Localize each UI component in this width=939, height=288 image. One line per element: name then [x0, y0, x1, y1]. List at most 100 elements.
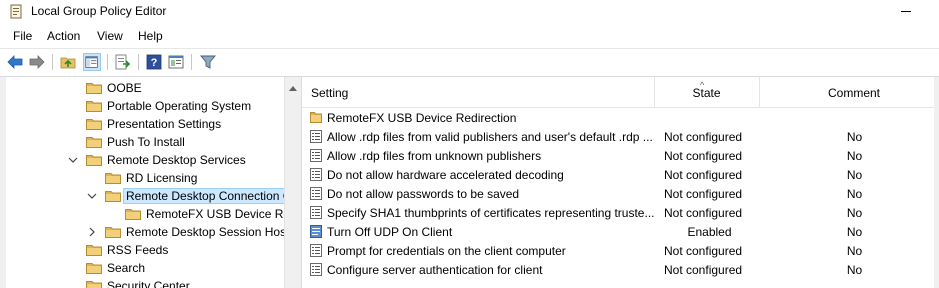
scroll-up-arrow-icon[interactable]	[289, 86, 297, 91]
forward-arrow-icon[interactable]	[28, 53, 46, 71]
folder-icon	[86, 263, 102, 274]
setting-state: Not configured	[664, 244, 743, 258]
tree-item[interactable]: Security Center	[86, 277, 190, 288]
folder-icon	[86, 101, 102, 112]
up-folder-icon[interactable]	[59, 53, 77, 71]
folder-icon	[125, 209, 141, 220]
menu-action[interactable]: Action	[45, 29, 82, 43]
toolbar: ?	[0, 48, 939, 74]
export-list-icon[interactable]	[114, 53, 132, 71]
tree-item-label: Search	[107, 261, 146, 275]
policy-setting-icon	[310, 168, 322, 181]
tree-item-label: RD Licensing	[126, 171, 198, 185]
tree-pane[interactable]: OOBE Portable Operating System Presentatio…	[0, 77, 284, 288]
setting-comment: No	[846, 225, 863, 239]
tree-item[interactable]: Search	[86, 259, 145, 277]
policy-enabled-icon	[310, 225, 322, 238]
toolbar-separator	[107, 54, 108, 70]
folder-icon	[86, 137, 102, 148]
tree-item-label: RSS Feeds	[107, 243, 169, 257]
tree-item-label: Presentation Settings	[107, 117, 222, 131]
setting-name: Do not allow hardware accelerated decodi…	[327, 168, 564, 182]
tree-item[interactable]: OOBE	[86, 79, 142, 97]
folder-icon	[86, 83, 102, 94]
back-arrow-icon[interactable]	[6, 53, 24, 71]
window-title: Local Group Policy Editor	[31, 4, 167, 18]
setting-name: Allow .rdp files from valid publishers a…	[327, 130, 653, 144]
setting-state: Not configured	[664, 187, 743, 201]
setting-state: Not configured	[664, 263, 743, 277]
folder-icon	[86, 245, 102, 256]
chevron-down-icon[interactable]	[87, 191, 97, 201]
setting-name: Turn Off UDP On Client	[327, 225, 453, 239]
tree-item[interactable]: RD Licensing	[105, 169, 197, 187]
column-header-state[interactable]: State	[654, 77, 759, 108]
menu-file[interactable]: File	[11, 29, 34, 43]
tree-item-label: Remote Desktop Connection Client	[123, 188, 284, 204]
setting-name: Do not allow passwords to be saved	[327, 187, 520, 201]
setting-name: RemoteFX USB Device Redirection	[327, 111, 517, 125]
setting-name: Allow .rdp files from unknown publishers	[327, 149, 542, 163]
policy-row[interactable]: Turn Off UDP On Client Enabled No	[302, 222, 939, 241]
tree-item-label: Push To Install	[107, 135, 185, 149]
pane-splitter[interactable]	[284, 77, 302, 288]
filter-icon[interactable]	[199, 53, 217, 71]
tree-item-label: Remote Desktop Session Host	[126, 225, 284, 239]
policy-row[interactable]: Allow .rdp files from valid publishers a…	[302, 127, 939, 146]
setting-name: Configure server authentication for clie…	[327, 263, 543, 277]
policy-row[interactable]: Allow .rdp files from unknown publishers…	[302, 146, 939, 165]
toolbar-separator	[191, 54, 192, 70]
minimize-button[interactable]	[901, 11, 911, 12]
properties-icon[interactable]	[167, 53, 185, 71]
setting-comment: No	[846, 130, 863, 144]
toolbar-separator	[138, 54, 139, 70]
setting-comment: No	[846, 187, 863, 201]
folder-icon	[86, 155, 102, 166]
svg-text:?: ?	[151, 57, 158, 69]
tree-item[interactable]: Presentation Settings	[86, 115, 221, 133]
menu-help[interactable]: Help	[136, 29, 165, 43]
policy-setting-icon	[310, 149, 322, 162]
chevron-down-icon[interactable]	[68, 155, 78, 165]
policy-row[interactable]: Prompt for credentials on the client com…	[302, 241, 939, 260]
policy-row[interactable]: Configure server authentication for clie…	[302, 260, 939, 279]
title-bar: Local Group Policy Editor	[0, 0, 939, 24]
show-hide-tree-icon[interactable]	[83, 53, 101, 71]
tree-item[interactable]: Remote Desktop Services	[68, 151, 246, 169]
help-icon[interactable]: ?	[145, 53, 163, 71]
setting-comment: No	[846, 206, 863, 220]
chevron-right-icon[interactable]	[87, 227, 97, 237]
menu-bar: File Action View Help	[0, 26, 939, 46]
list-folder-row[interactable]: RemoteFX USB Device Redirection	[302, 108, 939, 127]
column-header-setting[interactable]: Setting	[311, 77, 348, 108]
setting-state: Enabled	[687, 225, 732, 239]
folder-icon	[105, 191, 121, 202]
tree-item[interactable]: Portable Operating System	[86, 97, 251, 115]
policy-setting-icon	[310, 263, 322, 276]
policy-row[interactable]: Do not allow passwords to be saved Not co…	[302, 184, 939, 203]
setting-state: Not configured	[664, 206, 743, 220]
column-header-comment[interactable]: Comment	[759, 77, 939, 108]
setting-comment: No	[846, 244, 863, 258]
setting-state: Not configured	[664, 149, 743, 163]
folder-icon	[86, 281, 102, 288]
tree-item[interactable]: RemoteFX USB Device Redirection	[125, 205, 284, 223]
tree-item[interactable]: Push To Install	[86, 133, 185, 151]
policy-setting-icon	[310, 206, 322, 219]
setting-comment: No	[846, 168, 863, 182]
setting-name: Specify SHA1 thumbprints of certificates…	[327, 206, 655, 220]
setting-comment: No	[846, 263, 863, 277]
tree-item[interactable]: Remote Desktop Session Host	[89, 223, 284, 241]
menu-view[interactable]: View	[95, 29, 125, 43]
policy-setting-icon	[310, 130, 322, 143]
tree-item[interactable]: RSS Feeds	[86, 241, 168, 259]
folder-icon	[86, 119, 102, 130]
policy-row[interactable]: Do not allow hardware accelerated decodi…	[302, 165, 939, 184]
setting-state: Not configured	[664, 130, 743, 144]
tree-item[interactable]: Remote Desktop Connection Client	[87, 187, 284, 205]
list-header: Setting ^ State Comment	[302, 77, 939, 108]
toolbar-separator	[52, 54, 53, 70]
tree-item-label: Portable Operating System	[107, 99, 252, 113]
tree-item-label: Security Center	[107, 279, 190, 288]
policy-row[interactable]: Specify SHA1 thumbprints of certificates…	[302, 203, 939, 222]
